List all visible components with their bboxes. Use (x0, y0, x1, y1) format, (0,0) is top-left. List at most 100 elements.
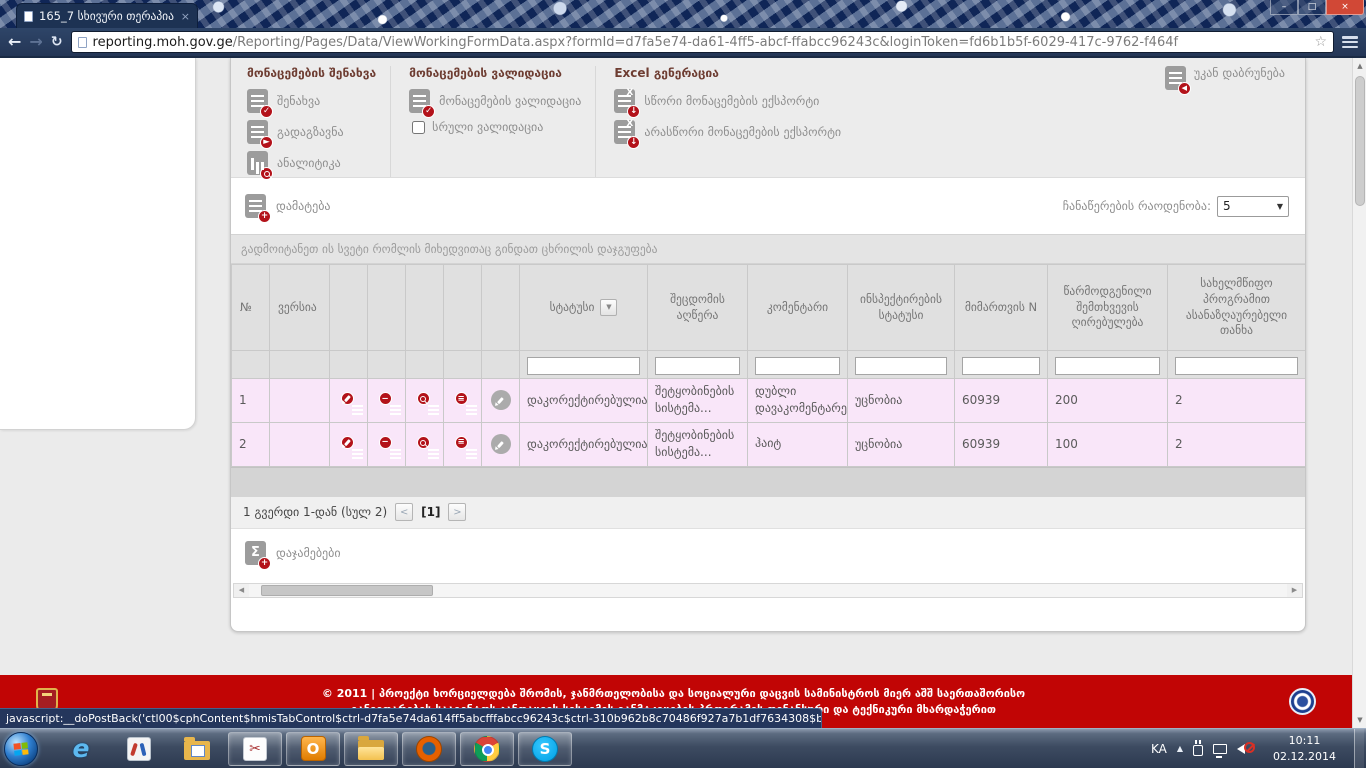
go-back-button[interactable]: ◀ უკან დაბრუნება (1165, 66, 1293, 177)
page-size-control: ჩანაწერების რაოდენობა: 5 ▼ (1063, 196, 1289, 217)
power-plug-icon[interactable] (1193, 745, 1203, 756)
vertical-scrollbar[interactable]: ▲ ▼ (1352, 58, 1366, 728)
maximize-button[interactable]: □ (1298, 0, 1326, 15)
col-version[interactable]: ვერსია (270, 265, 330, 351)
tab-close-icon[interactable]: × (181, 10, 190, 23)
taskbar-paint[interactable] (112, 732, 166, 766)
add-doc-icon: + (245, 194, 266, 218)
save-button[interactable]: ✓ შენახვა (247, 89, 376, 113)
content-card: მონაცემების შენახვა ✓ შენახვა ► გადაგზავ… (230, 58, 1306, 632)
add-row: + დამატება ჩანაწერების რაოდენობა: 5 ▼ (231, 178, 1305, 234)
comment-link[interactable]: დუბლი დავაკომენტარე (748, 379, 848, 423)
current-page[interactable]: [1] (421, 505, 440, 519)
add-record-button[interactable]: + დამატება (245, 194, 331, 218)
comment-pencil-icon[interactable] (491, 390, 511, 410)
col-referral[interactable]: მიმართვის N (955, 265, 1048, 351)
page-viewport: მონაცემების შენახვა ✓ შენახვა ► გადაგზავ… (0, 58, 1366, 728)
filter-input-error[interactable] (655, 357, 740, 375)
windows-flag-icon (13, 742, 28, 755)
page-icon (78, 37, 87, 48)
vertical-scroll-thumb[interactable] (1355, 76, 1365, 206)
validation-group-title: მონაცემების ვალიდაცია (409, 66, 581, 80)
excel-export-invalid-icon: ↓ (614, 120, 635, 144)
forward-icon[interactable]: → (29, 34, 42, 50)
start-button[interactable] (4, 732, 38, 766)
validate-button[interactable]: ✓ მონაცემების ვალიდაცია (409, 89, 581, 113)
browser-tab-strip: 165_7 სხივური თერაპია × – □ × (0, 0, 1366, 28)
save-doc-icon: ✓ (247, 89, 268, 113)
taskbar-clock[interactable]: 10:11 02.12.2014 (1265, 733, 1344, 765)
horizontal-scroll-thumb[interactable] (261, 585, 433, 596)
filter-input-referral[interactable] (962, 357, 1040, 375)
error-link[interactable]: შეტყობინების სისტემა... (648, 422, 748, 466)
volume-muted-icon[interactable] (1237, 741, 1255, 757)
page-size-select[interactable]: 5 ▼ (1217, 196, 1289, 217)
tab-title: 165_7 სხივური თერაპია (39, 9, 175, 23)
taskbar-libraries[interactable] (170, 732, 224, 766)
send-button[interactable]: ► გადაგზავნა (247, 120, 376, 144)
prev-page-button[interactable]: < (395, 503, 413, 521)
send-doc-icon: ► (247, 120, 268, 144)
snipping-tool-icon: ✂ (243, 737, 267, 761)
analytics-chart-icon (247, 151, 268, 175)
col-error[interactable]: შეცდომის აღწერა (648, 265, 748, 351)
close-button[interactable]: × (1326, 0, 1364, 15)
scroll-up-icon[interactable]: ▲ (1353, 58, 1366, 74)
hidden-icons-chevron[interactable]: ▲ (1177, 744, 1183, 753)
filter-input-comment[interactable] (755, 357, 840, 375)
status-filter-dropdown-icon[interactable]: ▼ (600, 299, 617, 316)
filter-input-status[interactable] (527, 357, 640, 375)
taskbar-skype[interactable]: S (518, 732, 572, 766)
filter-input-inspection[interactable] (855, 357, 947, 375)
scroll-left-icon[interactable]: ◀ (234, 584, 249, 597)
outlook-icon: O (301, 736, 326, 761)
taskbar-snipping-tool[interactable]: ✂ (228, 732, 282, 766)
comment-link[interactable]: ჰაიტ (748, 422, 848, 466)
minimize-button[interactable]: – (1270, 0, 1298, 15)
filter-input-state-amount[interactable] (1175, 357, 1298, 375)
reload-icon[interactable]: ↻ (51, 34, 63, 50)
col-inspection[interactable]: ინსპექტირების სტატუსი (848, 265, 955, 351)
libraries-folder-icon (184, 741, 210, 760)
taskbar-chrome[interactable] (460, 732, 514, 766)
taskbar-internet-explorer[interactable]: e (54, 732, 108, 766)
col-case-value[interactable]: წარმოდგენილი შემთხვევის ღირებულება (1048, 265, 1168, 351)
filter-input-case-value[interactable] (1055, 357, 1160, 375)
bookmark-star-icon[interactable]: ☆ (1314, 34, 1327, 50)
export-invalid-button[interactable]: ↓ არასწორი მონაცემების ექსპორტი (614, 120, 841, 144)
scroll-down-icon[interactable]: ▼ (1353, 712, 1366, 728)
internet-explorer-icon: e (73, 734, 90, 763)
browser-tab[interactable]: 165_7 სხივური თერაპია × (16, 3, 198, 28)
network-icon[interactable] (1213, 744, 1227, 754)
col-comment[interactable]: კომენტარი (748, 265, 848, 351)
save-group: მონაცემების შენახვა ✓ შენახვა ► გადაგზავ… (243, 66, 390, 177)
url-field[interactable]: reporting.moh.gov.ge/Reporting/Pages/Dat… (71, 31, 1334, 53)
group-hint-bar: გადმოიტანეთ ის სვეტი რომლის მიხედვითაც გ… (231, 234, 1305, 264)
back-icon[interactable]: ← (8, 34, 21, 50)
scroll-right-icon[interactable]: ▶ (1287, 584, 1302, 597)
col-state-amount[interactable]: სახელმწიფო პროგრამით ასანაზღაურებელი თან… (1168, 265, 1306, 351)
taskbar-file-explorer[interactable] (344, 732, 398, 766)
col-number[interactable]: № (232, 265, 270, 351)
save-group-title: მონაცემების შენახვა (247, 66, 376, 80)
full-validation-row: სრული ვალიდაცია (412, 120, 581, 134)
next-page-button[interactable]: > (448, 503, 466, 521)
excel-group-title: Excel გენერაცია (614, 66, 841, 80)
skype-icon: S (532, 736, 558, 762)
horizontal-scrollbar[interactable]: ◀ ▶ (233, 583, 1303, 598)
taskbar-firefox[interactable] (402, 732, 456, 766)
export-valid-button[interactable]: ↓ სწორი მონაცემების ექსპორტი (614, 89, 841, 113)
analytics-button[interactable]: ანალიტიკა (247, 151, 376, 175)
chrome-menu-icon[interactable] (1342, 36, 1358, 48)
taskbar-outlook[interactable]: O (286, 732, 340, 766)
totals-button[interactable]: Σ + დაჯამებები (231, 529, 1305, 577)
full-validation-checkbox[interactable] (412, 121, 425, 134)
go-back-doc-icon: ◀ (1165, 66, 1186, 90)
show-desktop-button[interactable] (1354, 729, 1364, 768)
window-controls: – □ × (1270, 0, 1364, 15)
error-link[interactable]: შეტყობინების სისტემა... (648, 379, 748, 423)
col-status[interactable]: სტატუსი ▼ (520, 265, 648, 351)
language-indicator[interactable]: KA (1151, 742, 1167, 756)
comment-pencil-icon[interactable] (491, 434, 511, 454)
favicon-page-icon (24, 11, 33, 22)
